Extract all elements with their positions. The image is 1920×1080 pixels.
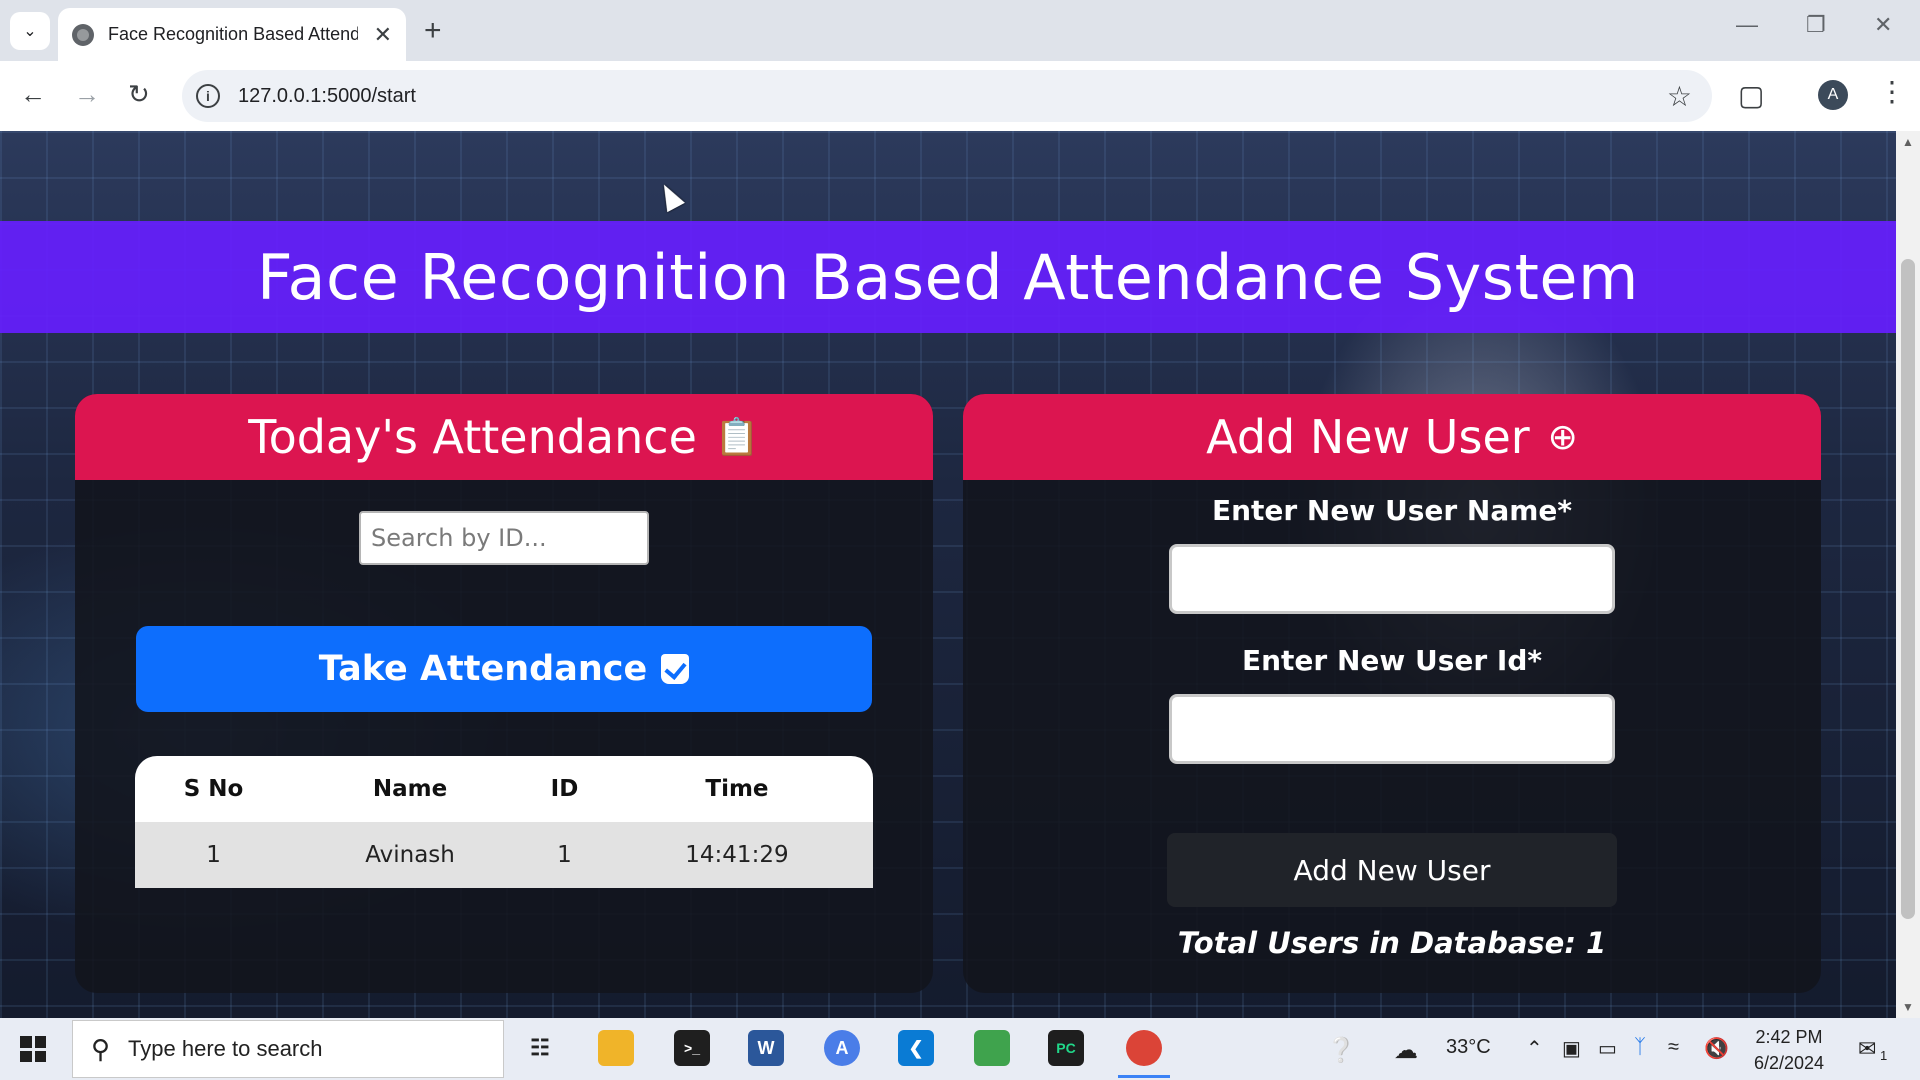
tab-title: Face Recognition Based Attendance System — [108, 24, 358, 44]
column-header: ID — [550, 776, 579, 802]
scrollbar-thumb[interactable] — [1901, 259, 1915, 919]
cell-sno: 1 — [206, 842, 221, 868]
search-input[interactable] — [359, 511, 649, 565]
cell-id: 1 — [557, 842, 572, 868]
help-icon[interactable]: ❔ — [1326, 1036, 1356, 1065]
attendance-panel-header: Today's Attendance 📋 — [75, 394, 933, 480]
browser-tab[interactable]: Face Recognition Based Attendance System… — [58, 8, 406, 61]
address-bar[interactable]: i 127.0.0.1:5000/start ☆ — [182, 70, 1712, 122]
tab-close-icon[interactable]: ✕ — [374, 22, 392, 48]
attendance-table: S No Name ID Time 1 Avinash 1 14:41:29 — [135, 756, 873, 888]
add-new-user-button[interactable]: Add New User — [1167, 833, 1617, 907]
pycharm-icon[interactable]: PC — [1048, 1030, 1084, 1066]
meet-now-icon[interactable]: ▣ — [1562, 1036, 1581, 1061]
back-arrow-icon[interactable]: ← — [20, 79, 46, 110]
bluetooth-icon[interactable]: ᛉ — [1634, 1036, 1646, 1059]
taskbar-search-box[interactable]: ⚲ Type here to search — [72, 1020, 504, 1078]
cell-time: 14:41:29 — [685, 842, 789, 868]
wifi-icon[interactable]: ≈ — [1668, 1036, 1679, 1059]
app-a-icon[interactable]: A — [824, 1030, 860, 1066]
url-text: 127.0.0.1:5000/start — [238, 84, 416, 107]
scroll-up-icon[interactable]: ▲ — [1902, 135, 1914, 149]
page-scrollbar[interactable]: ▲ ▼ — [1896, 131, 1920, 1018]
forward-arrow-icon[interactable]: → — [74, 79, 100, 110]
taskbar-search-placeholder: Type here to search — [128, 1036, 323, 1061]
table-row: 1 Avinash 1 14:41:29 — [135, 822, 873, 888]
column-header: Time — [705, 776, 769, 802]
extensions-icon[interactable]: ▢ — [1738, 79, 1764, 112]
globe-icon — [72, 23, 94, 46]
column-header: Name — [372, 776, 448, 802]
task-view-icon[interactable]: ☷ — [522, 1030, 558, 1066]
cell-name: Avinash — [365, 842, 455, 868]
system-clock[interactable]: 2:42 PM 6/2/2024 — [1754, 1024, 1824, 1076]
clipboard-icon: 📋 — [714, 416, 760, 457]
clock-time: 2:42 PM — [1755, 1027, 1823, 1047]
notification-icon[interactable]: ✉ — [1858, 1036, 1876, 1062]
file-explorer-icon[interactable] — [598, 1030, 634, 1066]
site-info-icon[interactable]: i — [196, 84, 220, 108]
user-name-label: Enter New User Name* — [1211, 494, 1573, 527]
new-tab-icon[interactable]: + — [424, 14, 442, 48]
chevron-down-icon: ⌄ — [23, 23, 37, 40]
windows-start-icon[interactable] — [20, 1036, 46, 1062]
minimize-icon[interactable]: — — [1736, 12, 1758, 38]
terminal-icon[interactable]: >_ — [674, 1030, 710, 1066]
user-id-label: Enter New User Id* — [1241, 644, 1543, 677]
volume-muted-icon[interactable]: 🔇 — [1704, 1036, 1729, 1061]
take-attendance-button[interactable]: Take Attendance — [136, 626, 872, 712]
page-viewport: Face Recognition Based Attendance System… — [0, 131, 1896, 1018]
add-user-heading: Add New User — [1206, 410, 1530, 464]
page-title: Face Recognition Based Attendance System — [257, 240, 1639, 314]
browser-tabstrip: ⌄ Face Recognition Based Attendance Syst… — [0, 0, 1920, 61]
taskbar: ⚲ Type here to search ☷ >_ W A ❮ PC ❔ ☁ … — [0, 1018, 1920, 1080]
window-close-icon[interactable]: ✕ — [1874, 12, 1892, 38]
green-app-icon[interactable] — [974, 1030, 1010, 1066]
table-header-row: S No Name ID Time — [135, 756, 873, 822]
column-header: S No — [183, 776, 244, 802]
tab-search-button[interactable]: ⌄ — [10, 12, 50, 50]
chevron-up-icon[interactable]: ⌃ — [1526, 1036, 1543, 1061]
take-attendance-label: Take Attendance — [318, 649, 648, 689]
restore-icon[interactable]: ❐ — [1806, 12, 1826, 38]
word-icon[interactable]: W — [748, 1030, 784, 1066]
user-name-field[interactable] — [1169, 544, 1615, 614]
check-square-icon — [661, 654, 690, 684]
weather-icon[interactable]: ☁ — [1394, 1036, 1418, 1065]
header-banner: Face Recognition Based Attendance System — [0, 221, 1896, 333]
browser-toolbar: ← → ↻ i 127.0.0.1:5000/start ☆ ▢ A ⋮ — [0, 61, 1920, 131]
chrome-icon[interactable] — [1118, 1030, 1170, 1078]
scroll-down-icon[interactable]: ▼ — [1902, 1000, 1914, 1014]
profile-avatar[interactable]: A — [1818, 80, 1848, 110]
search-icon: ⚲ — [91, 1033, 111, 1064]
vscode-icon[interactable]: ❮ — [898, 1030, 934, 1066]
attendance-panel: Today's Attendance 📋 Take Attendance S N… — [75, 394, 933, 993]
user-id-field[interactable] — [1169, 694, 1615, 764]
total-users-text: Total Users in Database: 1 — [1177, 926, 1607, 960]
add-user-panel: Add New User ⊕ Enter New User Name* Ente… — [963, 394, 1821, 993]
add-user-panel-header: Add New User ⊕ — [963, 394, 1821, 480]
temperature-text[interactable]: 33°C — [1446, 1036, 1491, 1059]
attendance-heading: Today's Attendance — [248, 410, 697, 464]
notification-count: 1 — [1880, 1048, 1888, 1063]
more-menu-icon[interactable]: ⋮ — [1878, 75, 1906, 108]
bookmark-star-icon[interactable]: ☆ — [1667, 80, 1692, 113]
clock-date: 6/2/2024 — [1754, 1053, 1825, 1073]
plus-circle-icon: ⊕ — [1547, 416, 1578, 457]
battery-icon[interactable]: ▭ — [1598, 1036, 1617, 1061]
reload-icon[interactable]: ↻ — [128, 79, 150, 110]
